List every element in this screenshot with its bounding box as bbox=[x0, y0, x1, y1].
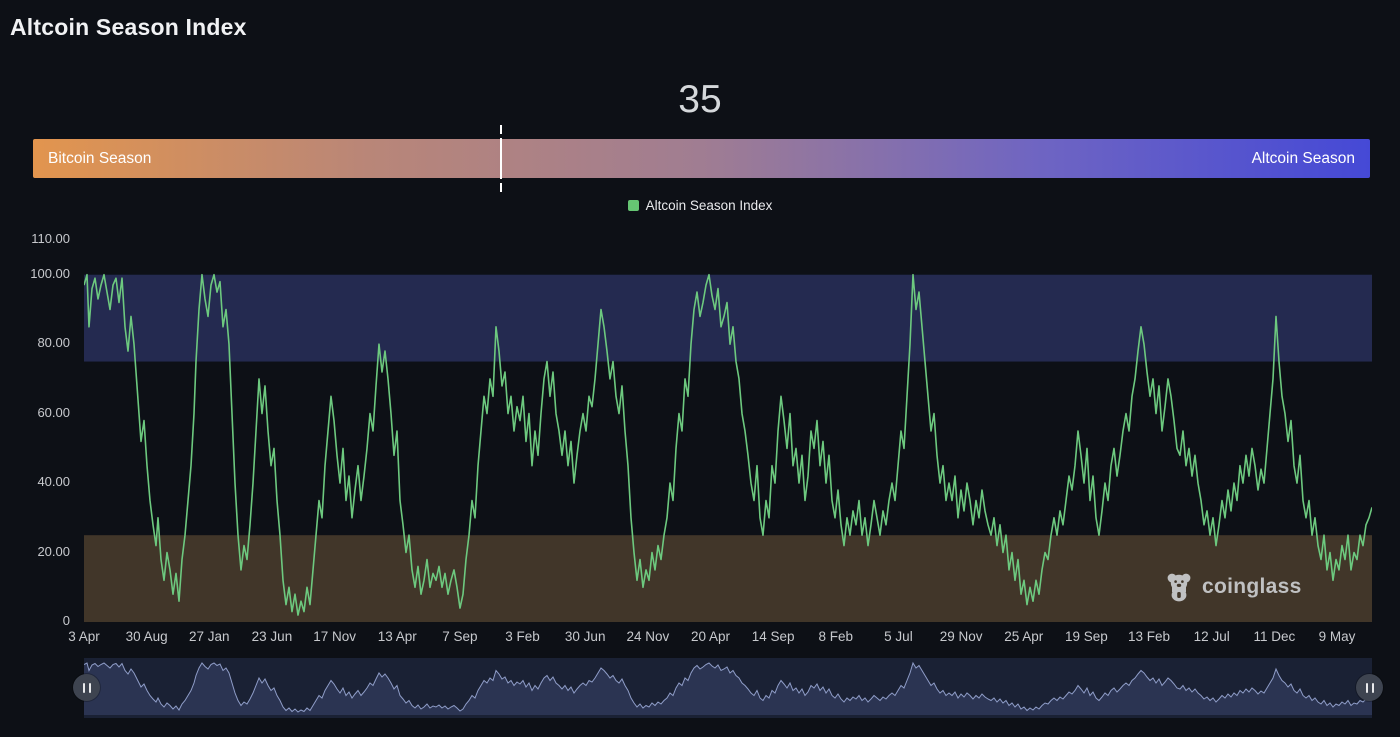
altcoin-season-label: Altcoin Season bbox=[1251, 149, 1355, 167]
coinglass-watermark: coinglass bbox=[1164, 572, 1302, 602]
index-current-value: 35 bbox=[678, 78, 722, 121]
x-axis-tick-label: 8 Feb bbox=[818, 629, 854, 644]
pause-grip-icon bbox=[1371, 682, 1374, 693]
navigator-left-handle[interactable] bbox=[73, 674, 100, 701]
x-axis-tick-label: 24 Nov bbox=[626, 629, 670, 644]
x-axis-tick-label: 13 Apr bbox=[377, 629, 417, 644]
y-axis-tick-label: 60.00 bbox=[37, 404, 70, 420]
y-axis-tick-label: 80.00 bbox=[37, 335, 70, 351]
x-axis-tick-label: 25 Apr bbox=[1004, 629, 1044, 644]
x-axis-tick-label: 13 Feb bbox=[1128, 629, 1171, 644]
x-axis-tick-label: 5 Jul bbox=[884, 629, 913, 644]
marker-dash-bottom bbox=[499, 183, 502, 192]
x-axis-tick-label: 3 Feb bbox=[505, 629, 540, 644]
coinglass-bear-icon bbox=[1167, 573, 1191, 602]
chart-legend[interactable]: Altcoin Season Index bbox=[0, 198, 1400, 213]
x-axis: 3 Apr 30 Aug 27 Jan 23 Jun 17 Nov 13 Apr 7 Sep… bbox=[68, 629, 1372, 649]
x-axis-tick-label: 30 Jun bbox=[564, 629, 606, 644]
y-axis-tick-label: 0 bbox=[62, 613, 70, 628]
coinglass-watermark-text: coinglass bbox=[1202, 575, 1302, 598]
x-axis-tick-label: 14 Sep bbox=[751, 629, 795, 644]
legend-label: Altcoin Season Index bbox=[645, 198, 773, 213]
x-axis-tick-label: 12 Jul bbox=[1193, 629, 1230, 644]
range-navigator[interactable] bbox=[84, 658, 1372, 718]
pause-grip-icon bbox=[88, 682, 91, 693]
x-axis-tick-label: 27 Jan bbox=[189, 629, 230, 644]
x-axis-tick-label: 9 May bbox=[1318, 629, 1356, 644]
navigator-right-handle[interactable] bbox=[1356, 674, 1383, 701]
pause-grip-icon bbox=[82, 682, 85, 693]
x-axis-tick-label: 3 Apr bbox=[68, 629, 100, 644]
x-axis-tick-label: 30 Aug bbox=[125, 629, 168, 644]
x-axis-tick-label: 29 Nov bbox=[939, 629, 983, 644]
y-axis-tick-label: 100.00 bbox=[30, 265, 70, 281]
marker-line bbox=[499, 138, 502, 179]
x-axis-tick-label: 7 Sep bbox=[442, 629, 478, 644]
bitcoin-season-label: Bitcoin Season bbox=[48, 149, 152, 167]
legend-swatch-icon bbox=[627, 200, 639, 211]
marker-dash-top bbox=[499, 125, 502, 134]
page-title: Altcoin Season Index bbox=[10, 14, 247, 40]
pause-grip-icon bbox=[1365, 682, 1368, 693]
x-axis-tick-label: 20 Apr bbox=[690, 629, 731, 644]
season-gradient-bar: Bitcoin Season Altcoin Season bbox=[33, 125, 1370, 192]
x-axis-tick-label: 19 Sep bbox=[1064, 629, 1108, 644]
x-axis-tick-label: 17 Nov bbox=[313, 629, 356, 644]
season-index-marker[interactable] bbox=[499, 125, 502, 192]
y-axis-tick-label: 40.00 bbox=[37, 474, 70, 490]
main-line-chart[interactable] bbox=[84, 240, 1372, 622]
altcoin-season-index-page: Altcoin Season Index 35 Bitcoin Season A… bbox=[0, 0, 1400, 737]
x-axis-tick-label: 11 Dec bbox=[1253, 629, 1296, 644]
y-axis-tick-label: 20.00 bbox=[37, 543, 70, 559]
y-axis-tick-label: 110.00 bbox=[31, 231, 70, 246]
x-axis-tick-label: 23 Jun bbox=[251, 629, 293, 644]
